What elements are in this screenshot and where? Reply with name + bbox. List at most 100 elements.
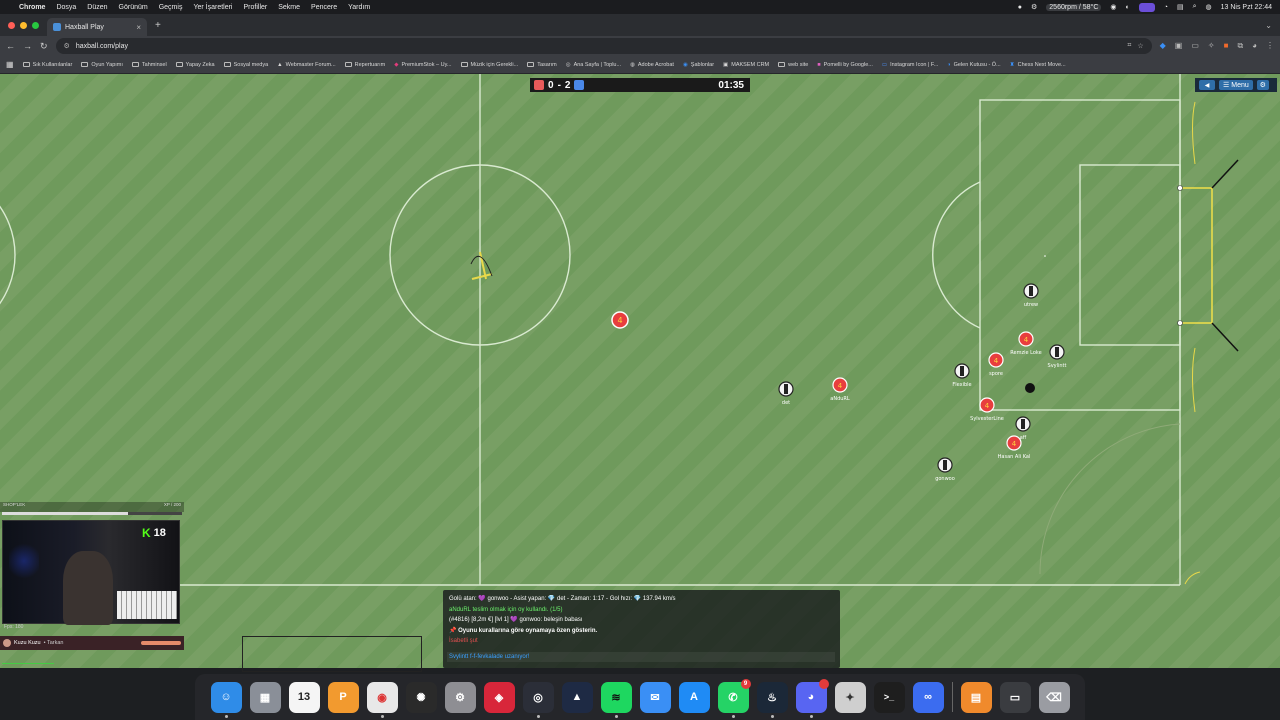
bookmark-item[interactable]: Yapay Zeka [175,62,215,68]
tab-search-chevron-icon[interactable]: ⌄ [1265,21,1280,30]
close-window-button[interactable] [8,21,15,29]
dock-vpn-icon[interactable]: ✦ [834,681,866,713]
browser-tab[interactable]: Haxball Play × [47,18,147,36]
forward-button[interactable]: → [23,41,32,51]
viewer-number: 18 [153,527,166,539]
dock-screen-icon[interactable]: ▭ [999,681,1031,713]
dock-discord-icon[interactable]: ◕ [795,678,829,718]
address-bar[interactable]: ⚙ haxball.com/play ⌗ ☆ [55,38,1152,54]
dock-downloads-icon[interactable]: ▤ [960,681,992,713]
back-button[interactable]: ← [6,41,15,51]
menu-history[interactable]: Geçmiş [159,4,183,11]
player-red[interactable]: 4 aNduRL [830,377,850,402]
menu-edit[interactable]: Düzen [87,4,107,11]
chat-input[interactable]: Svylintt f-f-fevkalade uzanıyor! [447,652,835,662]
player-white[interactable]: Svylintt [1048,344,1067,369]
menu-tab[interactable]: Sekme [278,4,300,11]
bookmark-item[interactable]: Tahminsel [131,62,167,68]
settings-icon[interactable]: ◐ [1126,4,1130,11]
new-tab-button[interactable]: + [147,20,169,31]
menu-bookmarks[interactable]: Yer İşaretleri [193,4,232,11]
player-red[interactable]: 4 [611,311,629,329]
status-dot-icon[interactable]: ● [1018,4,1022,11]
player-white[interactable]: Flexible [952,363,972,388]
bookmark-item[interactable]: ◎ Ana Sayfa | Toplu... [566,62,621,68]
extension-window-icon[interactable]: ▣ [1175,41,1183,51]
extensions-icon[interactable]: ⧉ [1237,41,1243,51]
bookmark-item[interactable]: Oyun Yapımı [81,62,123,68]
bookmark-item[interactable]: ◉ Şablonlar [683,62,714,68]
site-info-icon[interactable]: ⚙ [64,42,70,50]
player-white[interactable]: gonwoo [935,457,955,482]
menu-window[interactable]: Pencere [311,4,337,11]
extension-icon[interactable]: ⚙ [1031,3,1037,11]
menu-button[interactable]: ☰ Menu [1219,80,1253,90]
close-tab-icon[interactable]: × [136,23,141,32]
clock[interactable]: 13 Nis Pzt 22:44 [1221,4,1272,11]
extension-orange-icon[interactable]: ■ [1224,41,1229,51]
profile-icon[interactable]: ◕ [1252,41,1257,51]
dock-steam-icon[interactable]: ♨ [756,681,788,718]
bookmark-item[interactable]: Müzik için Gerekli... [460,62,518,68]
bookmark-item[interactable]: ■ Pomelli by Google... [817,62,873,68]
dock-launchpad-icon[interactable]: ▦ [249,681,281,713]
dock-trash-icon[interactable]: ⌫ [1038,681,1070,713]
menu-help[interactable]: Yardım [348,4,370,11]
menu-view[interactable]: Görünüm [119,4,148,11]
dock-finder-icon[interactable]: ☺ [210,681,242,718]
fan-status[interactable]: 2560rpm / 58°C [1046,3,1102,11]
player-red[interactable]: 4 Remzie Loke [1010,331,1042,356]
bookmark-item[interactable]: Tasarım [527,62,557,68]
chrome-menu-icon[interactable]: ⋮ [1266,41,1274,51]
dock-chrome-icon[interactable]: ◉ [366,681,398,718]
purple-app-icon[interactable] [1138,2,1155,12]
bookmark-item[interactable]: ◍ Adobe Acrobat [630,62,674,68]
bookmark-label: Instagram Icon | F... [890,61,939,68]
search-icon[interactable]: ⌕ [1193,3,1197,11]
siri-icon[interactable]: ◍ [1206,3,1212,11]
translate-icon[interactable]: ⌗ [1127,42,1131,50]
dock-mail-icon[interactable]: ✉ [639,681,671,713]
maximize-window-button[interactable] [32,21,39,29]
player-white[interactable]: utrew [1023,283,1039,308]
player-red[interactable]: 4 spore [988,352,1004,377]
collapse-arrow-icon[interactable]: ◀ [1199,80,1215,90]
control-center-icon[interactable]: ▤ [1177,3,1184,11]
menu-chrome[interactable]: Chrome [19,4,45,11]
dock-kite-icon[interactable]: ∞ [912,681,944,713]
dock-antivirus-icon[interactable]: ◈ [483,681,515,713]
apps-grid-icon[interactable]: ▦ [6,60,14,69]
bookmark-item[interactable]: ♜ Chess Next Move... [1010,62,1066,68]
dock-obs-icon[interactable]: ◎ [522,681,554,718]
menu-profiles[interactable]: Profiller [244,4,268,11]
reload-button[interactable]: ↻ [40,41,48,52]
dock-calendar-icon[interactable]: 13 [288,681,320,713]
bookmark-item[interactable]: ◑ Gelen Kutusu - Ö... [947,62,1000,68]
gear-icon[interactable]: ⚙ [1256,80,1269,90]
bookmark-item[interactable]: Repertuarım [344,62,385,68]
dock-settings-icon[interactable]: ⚙ [444,681,476,713]
minimize-window-button[interactable] [20,21,27,29]
bookmark-star-icon[interactable]: ☆ [1137,42,1143,50]
record-icon[interactable]: ◉ [1110,3,1116,11]
bookmark-item[interactable]: Sık Kullanılanlar [22,62,72,68]
bookmark-item[interactable]: web site [778,62,808,68]
wifi-icon[interactable]: ◔ [1164,4,1168,11]
bookmark-item[interactable]: ▲ Webmaster Forum... [277,62,335,68]
extension-blue-icon[interactable]: ◆ [1160,41,1166,51]
extension-cast-icon[interactable]: ▭ [1191,41,1199,51]
player-white[interactable]: det [778,381,794,406]
dock-affinity-icon[interactable]: ▲ [561,681,593,713]
dock-app-store-icon[interactable]: A [678,681,710,713]
bookmark-item[interactable]: ▣ MAKSEM CRM [723,62,769,68]
dock-spotify-icon[interactable]: ≋ [600,681,632,718]
dock-terminal-icon[interactable]: >_ [873,681,905,713]
dock-whatsapp-icon[interactable]: ✆ 9 [717,678,751,718]
dock-chatgpt-icon[interactable]: ✺ [405,681,437,713]
bookmark-item[interactable]: ◆ PremiumStok – Uy... [394,62,451,68]
bookmark-item[interactable]: ▭ Instagram Icon | F... [882,62,938,68]
dock-pages-icon[interactable]: P [327,681,359,713]
menu-file[interactable]: Dosya [56,4,76,11]
extension-puzzle-icon[interactable]: ✧ [1208,41,1215,51]
bookmark-item[interactable]: Sosyal medya [223,62,268,68]
